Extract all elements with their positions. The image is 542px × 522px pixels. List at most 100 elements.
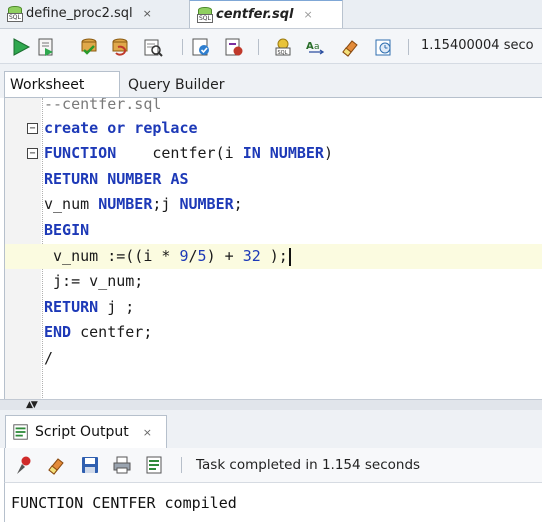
script-output-text: FUNCTION CENTFER compiled (4, 483, 542, 522)
explain-plan-icon[interactable] (191, 37, 211, 57)
close-icon[interactable]: × (143, 7, 152, 20)
commit-icon[interactable] (79, 37, 99, 57)
code-line[interactable]: − FUNCTION centfer(i IN NUMBER) (5, 141, 542, 166)
script-output-icon (13, 424, 28, 440)
code-token: ) (323, 144, 333, 162)
code-token: j ; (98, 298, 135, 316)
code-token: ;j (152, 195, 180, 213)
code-text: / (44, 346, 53, 371)
tab-define-proc2-sql[interactable]: SQL define_proc2.sql × (0, 0, 188, 27)
print-icon[interactable] (112, 455, 132, 475)
svg-text:a: a (314, 42, 320, 52)
save-icon[interactable] (80, 455, 100, 475)
code-line[interactable]: − create or replace (5, 116, 542, 141)
sql-keyword: NUMBER (98, 195, 153, 213)
numeric-literal: 32 (242, 247, 261, 265)
worksheet-toolbar: SQL Aa 1.15400004 seco (0, 29, 542, 64)
run-script-icon[interactable] (36, 37, 56, 57)
code-token: v_num (44, 195, 99, 213)
code-line[interactable]: / (5, 346, 542, 371)
svg-text:A: A (306, 41, 314, 52)
code-token: j:= v_num; (44, 272, 144, 290)
run-statement-icon[interactable] (11, 37, 31, 57)
output-tabs: Script Output × (0, 410, 542, 448)
code-line[interactable]: j:= v_num; (5, 269, 542, 294)
code-text: END centfer; (44, 320, 152, 345)
dbms-output-icon[interactable]: SQL (273, 37, 293, 57)
code-token: / (188, 247, 198, 265)
code-line[interactable]: v_num :=((i * 9/5) + 32 ); (5, 244, 542, 269)
numeric-literal: 5 (197, 247, 207, 265)
tab-label: centfer.sql (216, 7, 294, 22)
task-status: Task completed in 1.154 seconds (196, 457, 421, 473)
fold-toggle-icon[interactable]: − (27, 123, 38, 134)
code-text: RETURN NUMBER AS (44, 167, 189, 192)
sql-keyword: AS (170, 170, 189, 188)
code-token: v_num :=((i * (44, 247, 180, 265)
code-editor[interactable]: --centfer.sql − create or replace − FUNCTION… (4, 97, 542, 400)
pin-icon[interactable] (14, 455, 34, 475)
open-icon[interactable] (144, 455, 164, 475)
code-line[interactable]: BEGIN (5, 218, 542, 243)
sql-keyword: BEGIN (44, 221, 90, 239)
code-line[interactable]: RETURN j ; (5, 295, 542, 320)
sql-keyword: IN (242, 144, 261, 162)
tab-label: define_proc2.sql (26, 6, 133, 21)
autotrace-icon[interactable] (143, 37, 163, 57)
sql-keyword: NUMBER (179, 195, 234, 213)
code-token: / (44, 349, 54, 367)
clear-icon[interactable] (340, 37, 360, 57)
sql-keyword: RETURN (44, 170, 99, 188)
sql-file-icon: SQL (6, 5, 24, 23)
code-token: centfer(i (116, 144, 243, 162)
numeric-literal: 9 (179, 247, 189, 265)
code-token: ); (260, 247, 288, 265)
code-token: ; (233, 195, 243, 213)
execution-time: 1.15400004 seco (421, 38, 534, 53)
code-text: create or replace (44, 116, 198, 141)
code-token: ) + (206, 247, 243, 265)
code-token: centfer; (71, 323, 153, 341)
code-comment: --centfer.sql (44, 97, 162, 113)
tab-script-output[interactable]: Script Output × (5, 415, 167, 448)
code-text: --centfer.sql (44, 97, 162, 117)
rollback-icon[interactable] (110, 37, 130, 57)
sql-keyword: FUNCTION (44, 144, 117, 162)
fold-toggle-icon[interactable]: − (27, 148, 38, 159)
tab-query-builder[interactable]: Query Builder (128, 77, 225, 93)
code-line[interactable]: --centfer.sql (5, 97, 542, 117)
close-icon[interactable]: × (303, 8, 312, 21)
output-message: FUNCTION CENTFER compiled (11, 494, 237, 512)
svg-text:SQL: SQL (278, 50, 288, 56)
sql-keyword: create or replace (44, 119, 198, 137)
code-text: j:= v_num; (44, 269, 143, 294)
code-line[interactable]: v_num NUMBER;j NUMBER; (5, 192, 542, 217)
sql-keyword: NUMBER (107, 170, 162, 188)
output-toolbar: Task completed in 1.154 seconds (4, 448, 542, 483)
code-line[interactable]: END centfer; (5, 320, 542, 345)
tab-centfer-sql[interactable]: SQL centfer.sql × (189, 0, 343, 28)
code-text: RETURN j ; (44, 295, 134, 320)
collapse-arrows-icon[interactable]: ▲▼ (26, 401, 38, 410)
code-text: BEGIN (44, 218, 89, 243)
close-icon[interactable]: × (143, 426, 152, 439)
sql-keyword: RETURN (44, 298, 99, 316)
history-icon[interactable] (374, 37, 394, 57)
tab-worksheet[interactable]: Worksheet (4, 71, 120, 98)
code-text: v_num :=((i * 9/5) + 32 ); (44, 244, 291, 269)
sql-tuning-icon[interactable] (224, 37, 244, 57)
sql-keyword: NUMBER (269, 144, 324, 162)
worksheet-tabs: Worksheet Query Builder (0, 64, 542, 98)
sql-keyword: END (44, 323, 72, 341)
clear-output-icon[interactable] (46, 455, 66, 475)
code-text: v_num NUMBER;j NUMBER; (44, 192, 243, 217)
sql-file-icon: SQL (196, 6, 214, 24)
text-caret (288, 247, 291, 266)
editor-tab-strip: SQL define_proc2.sql × SQL centfer.sql × (0, 0, 542, 29)
code-text: FUNCTION centfer(i IN NUMBER) (44, 141, 333, 166)
tab-label: Script Output (35, 424, 129, 440)
code-line[interactable]: RETURN NUMBER AS (5, 167, 542, 192)
to-upper-lower-icon[interactable]: Aa (306, 37, 326, 57)
